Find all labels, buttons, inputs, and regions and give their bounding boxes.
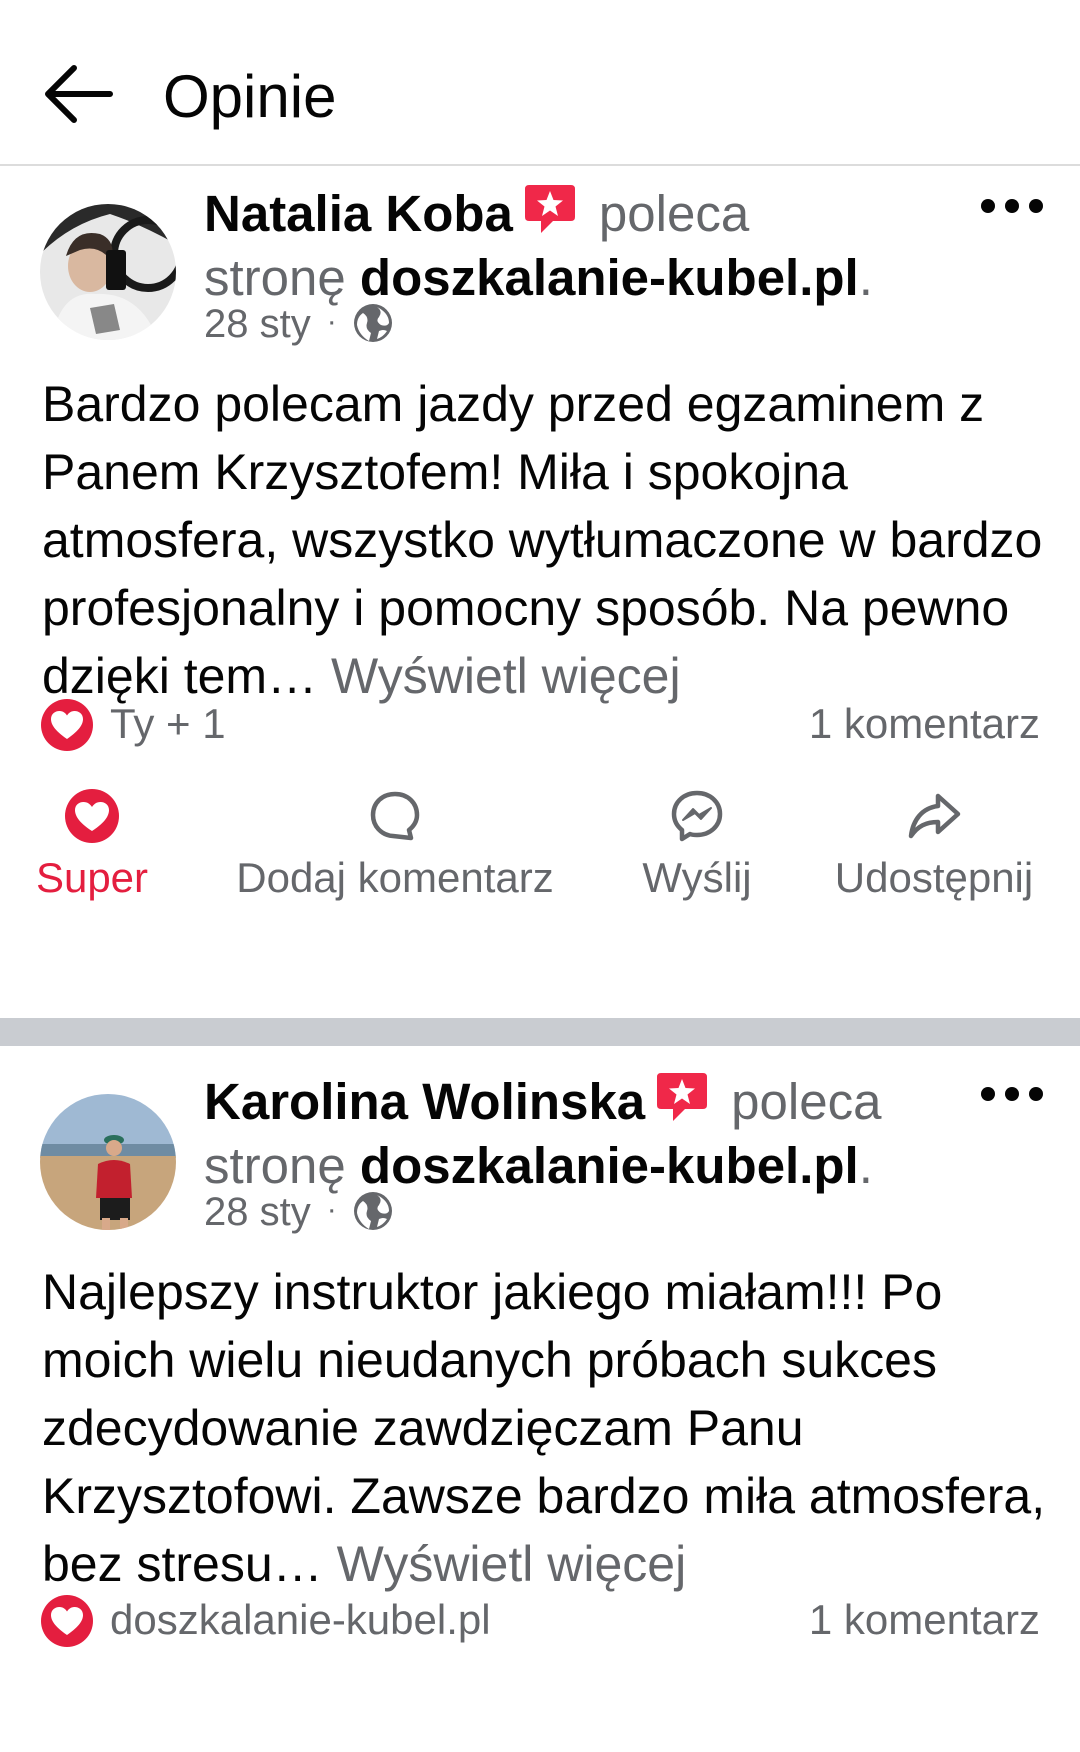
meta-dot: · [326, 1193, 337, 1226]
add-comment-button[interactable]: Dodaj komentarz [220, 788, 570, 902]
page-suffix: . [858, 249, 873, 306]
more-options-icon[interactable] [978, 1082, 1046, 1106]
add-comment-label: Dodaj komentarz [236, 854, 554, 901]
page-suffix: . [858, 1137, 873, 1194]
meta-dot: · [326, 305, 337, 338]
recommend-badge-icon [657, 1073, 708, 1121]
page-name-link[interactable]: doszkalanie-kubel.pl [360, 1137, 859, 1194]
avatar[interactable] [40, 1094, 176, 1230]
post-meta: 28 sty · [204, 302, 393, 347]
heart-reaction-icon[interactable] [40, 698, 94, 752]
globe-icon [353, 1192, 392, 1230]
more-options-icon[interactable] [978, 194, 1046, 218]
post-body: Najlepszy instruktor jakiego miałam!!! P… [42, 1258, 1052, 1598]
post-date[interactable]: 28 sty [204, 302, 311, 346]
page-prefix: stronę [204, 1137, 346, 1194]
recommend-badge-icon [524, 185, 575, 233]
comment-count[interactable]: 1 komentarz [809, 1596, 1040, 1644]
app-header: Opinie [0, 0, 1080, 166]
avatar[interactable] [40, 204, 176, 340]
see-more-link[interactable]: Wyświetl więcej [337, 1536, 687, 1592]
send-label: Wyślij [642, 854, 752, 901]
page-title: Opinie [163, 63, 337, 130]
share-button[interactable]: Udostępnij [822, 788, 1046, 902]
super-label: Super [35, 854, 149, 901]
globe-icon [353, 304, 392, 342]
heart-icon [65, 789, 119, 843]
post-header: Karolina Wolinska poleca stronę doszkalan… [204, 1070, 964, 1198]
post-actions: Super Dodaj komentarz Wyślij Udostępnij [0, 788, 1080, 918]
post-stats: doszkalanie-kubel.pl 1 komentarz [40, 1592, 1040, 1648]
author-name[interactable]: Karolina Wolinska [204, 1073, 645, 1130]
page-name-link[interactable]: doszkalanie-kubel.pl [360, 249, 859, 306]
comment-icon [370, 791, 420, 841]
super-button[interactable]: Super [30, 788, 154, 902]
recommend-text: poleca [731, 1073, 882, 1130]
send-button[interactable]: Wyślij [636, 788, 758, 902]
reaction-count[interactable]: Ty + 1 [110, 700, 226, 748]
post-separator [0, 1018, 1080, 1046]
post-meta: 28 sty · [204, 1190, 393, 1235]
reaction-names[interactable]: doszkalanie-kubel.pl [110, 1596, 491, 1644]
share-icon [908, 793, 961, 839]
post-header: Natalia Koba poleca stronę doszkalanie-ku… [204, 182, 964, 310]
review-post: Karolina Wolinska poleca stronę doszkalan… [0, 1046, 1080, 1752]
post-date[interactable]: 28 sty [204, 1190, 311, 1234]
recommend-text: poleca [598, 185, 750, 242]
post-stats: Ty + 1 1 komentarz [40, 696, 1040, 752]
review-post: Natalia Koba poleca stronę doszkalanie-ku… [0, 168, 1080, 1018]
arrow-left-icon[interactable] [40, 54, 120, 134]
share-label: Udostępnij [834, 854, 1034, 901]
heart-reaction-icon[interactable] [40, 1594, 94, 1648]
messenger-icon [671, 790, 723, 842]
post-body: Bardzo polecam jazdy przed egzaminem z P… [42, 370, 1052, 710]
author-name[interactable]: Natalia Koba [204, 185, 513, 242]
comment-count[interactable]: 1 komentarz [809, 700, 1040, 748]
page-prefix: stronę [204, 249, 346, 306]
